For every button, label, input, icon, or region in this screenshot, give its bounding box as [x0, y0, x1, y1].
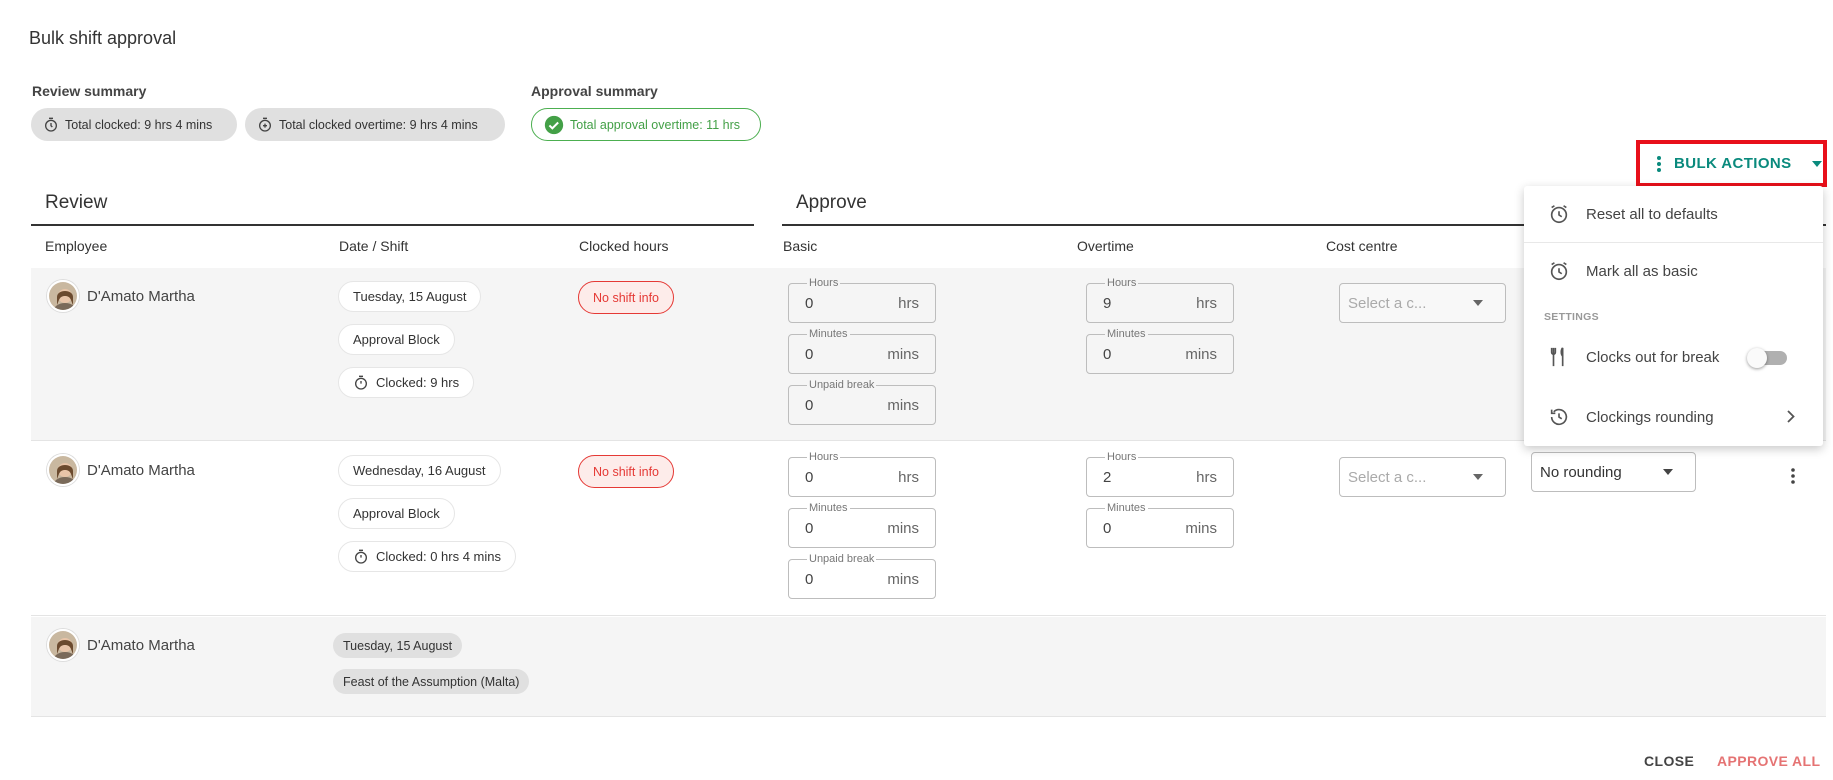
avatar — [47, 280, 79, 312]
overtime-minutes-field[interactable]: Minutes 0 mins — [1086, 501, 1234, 548]
bulk-actions-menu: Reset all to defaults Mark all as basic … — [1524, 186, 1823, 446]
avatar — [47, 629, 79, 661]
basic-minutes-field[interactable]: Minutes 0 mins — [788, 327, 936, 374]
total-overtime-chip: Total clocked overtime: 9 hrs 4 mins — [245, 108, 505, 141]
no-shift-info-badge: No shift info — [578, 455, 675, 488]
avatar — [47, 454, 79, 486]
bulk-actions-label: BULK ACTIONS — [1674, 155, 1792, 172]
approval-summary-label: Approval summary — [531, 83, 658, 99]
employee-name: D'Amato Martha — [87, 287, 195, 305]
clocks-out-toggle[interactable] — [1747, 348, 1789, 368]
table-row: D'Amato Martha Tuesday, 15 August Feast … — [31, 617, 1826, 717]
overtime-minutes-field[interactable]: Minutes 0 mins — [1086, 327, 1234, 374]
no-shift-info-badge: No shift info — [578, 281, 675, 314]
cutlery-icon — [1548, 346, 1570, 368]
chevron-right-icon — [1787, 410, 1795, 423]
timer-icon — [43, 117, 59, 133]
total-clocked-text: Total clocked: 9 hrs 4 mins — [65, 117, 213, 132]
rounding-select[interactable]: No rounding — [1531, 452, 1696, 492]
employee-cell: D'Amato Martha — [47, 629, 195, 661]
approve-all-button[interactable]: APPROVE ALL — [1717, 753, 1820, 769]
col-clocked-hours: Clocked hours — [579, 238, 669, 254]
col-date-shift: Date / Shift — [339, 238, 409, 254]
alarm-icon — [1548, 260, 1570, 282]
col-overtime: Overtime — [1077, 238, 1134, 254]
overtime-hours-field[interactable]: Hours 2 hrs — [1086, 450, 1234, 497]
alarm-icon — [1548, 203, 1570, 225]
caret-down-icon — [1811, 160, 1822, 167]
cost-centre-select[interactable]: Select a c... — [1339, 457, 1506, 497]
approval-block-pill: Approval Block — [338, 324, 455, 355]
caret-down-icon — [1473, 300, 1483, 306]
employee-cell: D'Amato Martha — [47, 454, 195, 486]
date-pill: Tuesday, 15 August — [338, 281, 482, 312]
history-icon — [1548, 406, 1570, 428]
employee-name: D'Amato Martha — [87, 636, 195, 654]
caret-down-icon — [1473, 474, 1483, 480]
cost-centre-select[interactable]: Select a c... — [1339, 283, 1506, 323]
approval-block-pill: Approval Block — [338, 498, 455, 529]
timer-icon — [353, 549, 369, 565]
menu-item-clockings-rounding[interactable]: Clockings rounding — [1524, 389, 1823, 445]
review-divider — [31, 224, 754, 226]
approve-section-title: Approve — [796, 192, 867, 213]
date-pill: Tuesday, 15 August — [333, 633, 463, 658]
bulk-actions-button[interactable]: BULK ACTIONS — [1636, 140, 1827, 187]
total-overtime-text: Total clocked overtime: 9 hrs 4 mins — [279, 117, 478, 132]
timer-icon — [353, 375, 369, 391]
unpaid-break-field[interactable]: Unpaid break 0 mins — [788, 378, 936, 425]
caret-down-icon — [1663, 469, 1673, 475]
menu-item-mark-basic[interactable]: Mark all as basic — [1524, 243, 1823, 299]
review-summary-label: Review summary — [32, 83, 147, 99]
overtime-hours-field[interactable]: Hours 9 hrs — [1086, 276, 1234, 323]
dialog-title: Bulk shift approval — [29, 28, 177, 48]
col-basic: Basic — [783, 238, 818, 254]
clocked-pill: Clocked: 0 hrs 4 mins — [338, 541, 516, 572]
row-menu-kebab-icon[interactable] — [1783, 466, 1803, 486]
review-section-title: Review — [45, 192, 108, 213]
basic-hours-field[interactable]: Hours 0 hrs — [788, 276, 936, 323]
check-circle-icon — [544, 115, 564, 135]
employee-cell: D'Amato Martha — [47, 280, 195, 312]
col-cost-centre: Cost centre — [1326, 238, 1398, 254]
clocked-pill: Clocked: 9 hrs — [338, 367, 475, 398]
total-clocked-chip: Total clocked: 9 hrs 4 mins — [31, 108, 237, 141]
date-pill: Wednesday, 16 August — [338, 455, 501, 486]
holiday-pill: Feast of the Assumption (Malta) — [333, 669, 530, 694]
menu-item-reset-defaults[interactable]: Reset all to defaults — [1524, 186, 1823, 242]
menu-item-clocks-out-for-break[interactable]: Clocks out for break — [1524, 329, 1823, 385]
col-employee: Employee — [45, 238, 108, 254]
employee-name: D'Amato Martha — [87, 461, 195, 479]
kebab-icon — [1656, 155, 1662, 173]
unpaid-break-field[interactable]: Unpaid break 0 mins — [788, 552, 936, 599]
basic-minutes-field[interactable]: Minutes 0 mins — [788, 501, 936, 548]
basic-hours-field[interactable]: Hours 0 hrs — [788, 450, 936, 497]
close-button[interactable]: CLOSE — [1644, 753, 1694, 769]
timer-plus-icon — [257, 117, 273, 133]
approval-overtime-chip: Total approval overtime: 11 hrs — [531, 108, 761, 141]
settings-header: SETTINGS — [1544, 311, 1599, 323]
table-row: D'Amato Martha Wednesday, 16 August Appr… — [31, 442, 1826, 616]
approval-overtime-text: Total approval overtime: 11 hrs — [570, 117, 740, 132]
